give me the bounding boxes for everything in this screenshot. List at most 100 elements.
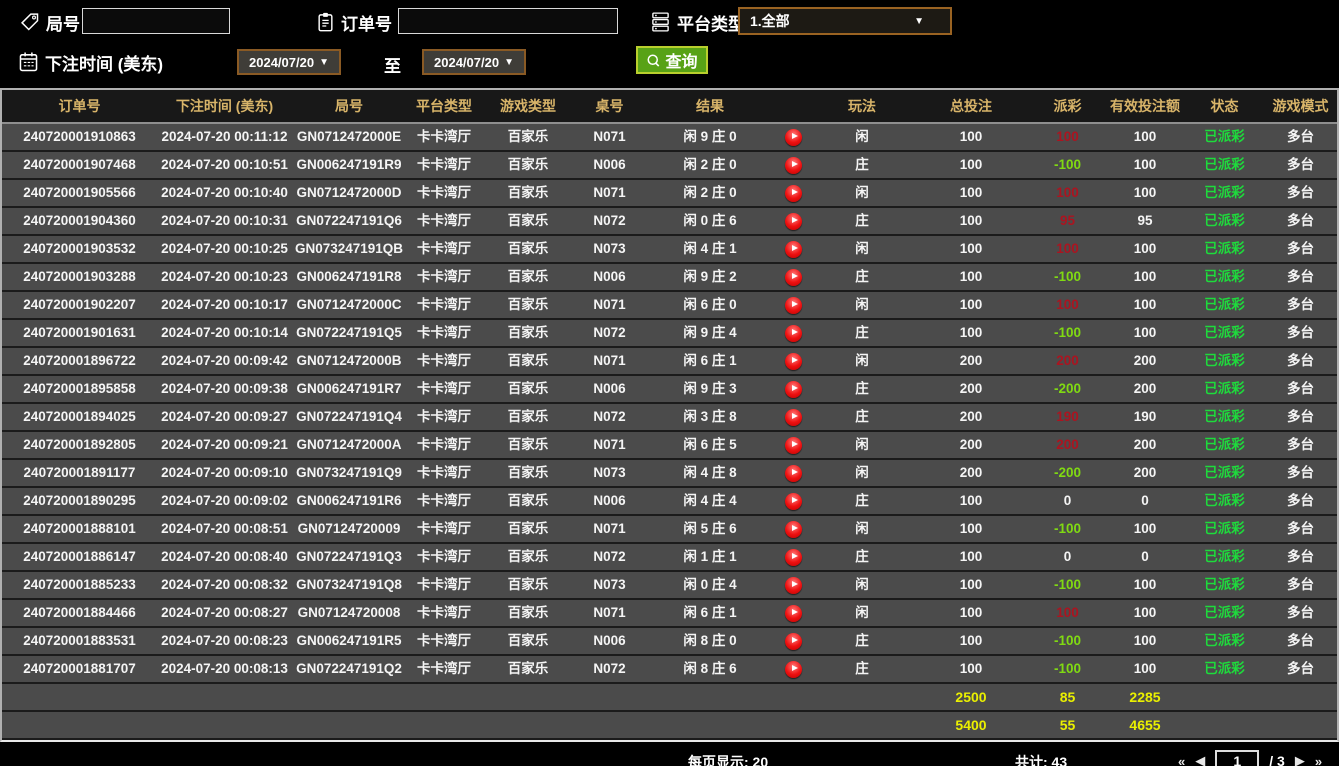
cell-valid-bet: 95 [1105,208,1185,234]
cell-result: 闲 1 庄 1 [645,544,775,570]
cell-play-type: 庄 [812,320,912,346]
cell-play-type: 庄 [812,208,912,234]
cell-total-bet: 100 [912,152,1030,178]
table-row[interactable]: 240720001903288 2024-07-20 00:10:23 GN00… [2,264,1337,292]
cell-status: 已派彩 [1185,376,1264,402]
cell-valid-bet: 100 [1105,180,1185,206]
cell-round-no: GN07124720009 [292,516,406,542]
table-row[interactable]: 240720001881707 2024-07-20 00:08:13 GN07… [2,656,1337,684]
cell-game-mode: 多台 [1264,544,1337,570]
play-video-icon[interactable] [785,465,802,482]
table-row[interactable]: 240720001891177 2024-07-20 00:09:10 GN07… [2,460,1337,488]
table-row[interactable]: 240720001888101 2024-07-20 00:08:51 GN07… [2,516,1337,544]
cell-platform: 卡卡湾厅 [406,264,482,290]
cell-play-type: 庄 [812,544,912,570]
cell-result: 闲 9 庄 4 [645,320,775,346]
play-video-icon[interactable] [785,577,802,594]
subtotal-row: 2500 85 2285 [2,684,1337,712]
table-row[interactable]: 240720001910863 2024-07-20 00:11:12 GN07… [2,124,1337,152]
play-video-icon[interactable] [785,353,802,370]
query-button[interactable]: 查询 [636,46,708,74]
play-video-icon[interactable] [785,521,802,538]
cell-status: 已派彩 [1185,348,1264,374]
play-video-icon[interactable] [785,297,802,314]
play-video-icon[interactable] [785,437,802,454]
cell-round-no: GN07124720008 [292,600,406,626]
cell-platform: 卡卡湾厅 [406,292,482,318]
cell-play-type: 闲 [812,600,912,626]
cell-round-no: GN072247191Q2 [292,656,406,682]
cell-play-type: 闲 [812,348,912,374]
play-video-icon[interactable] [785,325,802,342]
play-video-icon[interactable] [785,549,802,566]
cell-order-no: 240720001886147 [2,544,157,570]
play-video-icon[interactable] [785,213,802,230]
page-number-input[interactable]: 1 [1215,750,1259,766]
cell-payout: 100 [1030,292,1105,318]
cell-result: 闲 6 庄 0 [645,292,775,318]
cell-round-no: GN006247191R6 [292,488,406,514]
play-video-icon[interactable] [785,493,802,510]
table-row[interactable]: 240720001902207 2024-07-20 00:10:17 GN07… [2,292,1337,320]
date-from-picker[interactable]: 2024/07/20 ▼ [237,49,341,75]
table-row[interactable]: 240720001896722 2024-07-20 00:09:42 GN07… [2,348,1337,376]
play-video-icon[interactable] [785,633,802,650]
search-toolbar: 局号 订单号 平台类型 1.全部 ▼ 下注时间 (美东) 202 [0,0,1339,88]
cell-order-no: 240720001904360 [2,208,157,234]
cell-result: 闲 6 庄 5 [645,432,775,458]
table-row[interactable]: 240720001885233 2024-07-20 00:08:32 GN07… [2,572,1337,600]
cell-table-no: N006 [574,264,645,290]
round-no-label: 局号 [46,10,80,35]
cell-game-type: 百家乐 [482,600,574,626]
round-no-input[interactable] [82,8,230,34]
cell-video [775,264,812,290]
cell-play-type: 庄 [812,656,912,682]
table-row[interactable]: 240720001884466 2024-07-20 00:08:27 GN07… [2,600,1337,628]
cell-status: 已派彩 [1185,124,1264,150]
play-video-icon[interactable] [785,381,802,398]
table-row[interactable]: 240720001883531 2024-07-20 00:08:23 GN00… [2,628,1337,656]
table-row[interactable]: 240720001907468 2024-07-20 00:10:51 GN00… [2,152,1337,180]
table-row[interactable]: 240720001892805 2024-07-20 00:09:21 GN07… [2,432,1337,460]
cell-status: 已派彩 [1185,208,1264,234]
play-video-icon[interactable] [785,185,802,202]
date-to-picker[interactable]: 2024/07/20 ▼ [422,49,526,75]
table-row[interactable]: 240720001905566 2024-07-20 00:10:40 GN07… [2,180,1337,208]
table-row[interactable]: 240720001895858 2024-07-20 00:09:38 GN00… [2,376,1337,404]
cell-video [775,320,812,346]
platform-type-select[interactable]: 1.全部 ▼ [738,7,952,35]
play-video-icon[interactable] [785,661,802,678]
play-video-icon[interactable] [785,157,802,174]
cell-valid-bet: 100 [1105,292,1185,318]
play-video-icon[interactable] [785,241,802,258]
play-video-icon[interactable] [785,129,802,146]
cell-total-bet: 100 [912,236,1030,262]
col-header-game-mode: 游戏模式 [1264,90,1337,122]
last-page-icon[interactable]: » [1315,754,1322,766]
empty-cell [1264,684,1337,710]
play-video-icon[interactable] [785,409,802,426]
table-row[interactable]: 240720001894025 2024-07-20 00:09:27 GN07… [2,404,1337,432]
table-row[interactable]: 240720001886147 2024-07-20 00:08:40 GN07… [2,544,1337,572]
table-row[interactable]: 240720001890295 2024-07-20 00:09:02 GN00… [2,488,1337,516]
col-header-platform: 平台类型 [406,90,482,122]
table-row[interactable]: 240720001903532 2024-07-20 00:10:25 GN07… [2,236,1337,264]
next-page-icon[interactable]: ▶ [1295,753,1305,766]
cell-valid-bet: 200 [1105,460,1185,486]
table-row[interactable]: 240720001904360 2024-07-20 00:10:31 GN07… [2,208,1337,236]
order-no-input[interactable] [398,8,618,34]
cell-order-no: 240720001885233 [2,572,157,598]
play-video-icon[interactable] [785,269,802,286]
cell-game-mode: 多台 [1264,264,1337,290]
table-row[interactable]: 240720001901631 2024-07-20 00:10:14 GN07… [2,320,1337,348]
play-video-icon[interactable] [785,605,802,622]
cell-round-no: GN006247191R8 [292,264,406,290]
empty-cell [2,684,912,710]
first-page-icon[interactable]: « [1178,754,1185,766]
cell-order-no: 240720001896722 [2,348,157,374]
cell-play-type: 庄 [812,152,912,178]
prev-page-icon[interactable]: ◀ [1195,753,1205,766]
cell-game-type: 百家乐 [482,152,574,178]
cell-status: 已派彩 [1185,544,1264,570]
cell-result: 闲 0 庄 4 [645,572,775,598]
